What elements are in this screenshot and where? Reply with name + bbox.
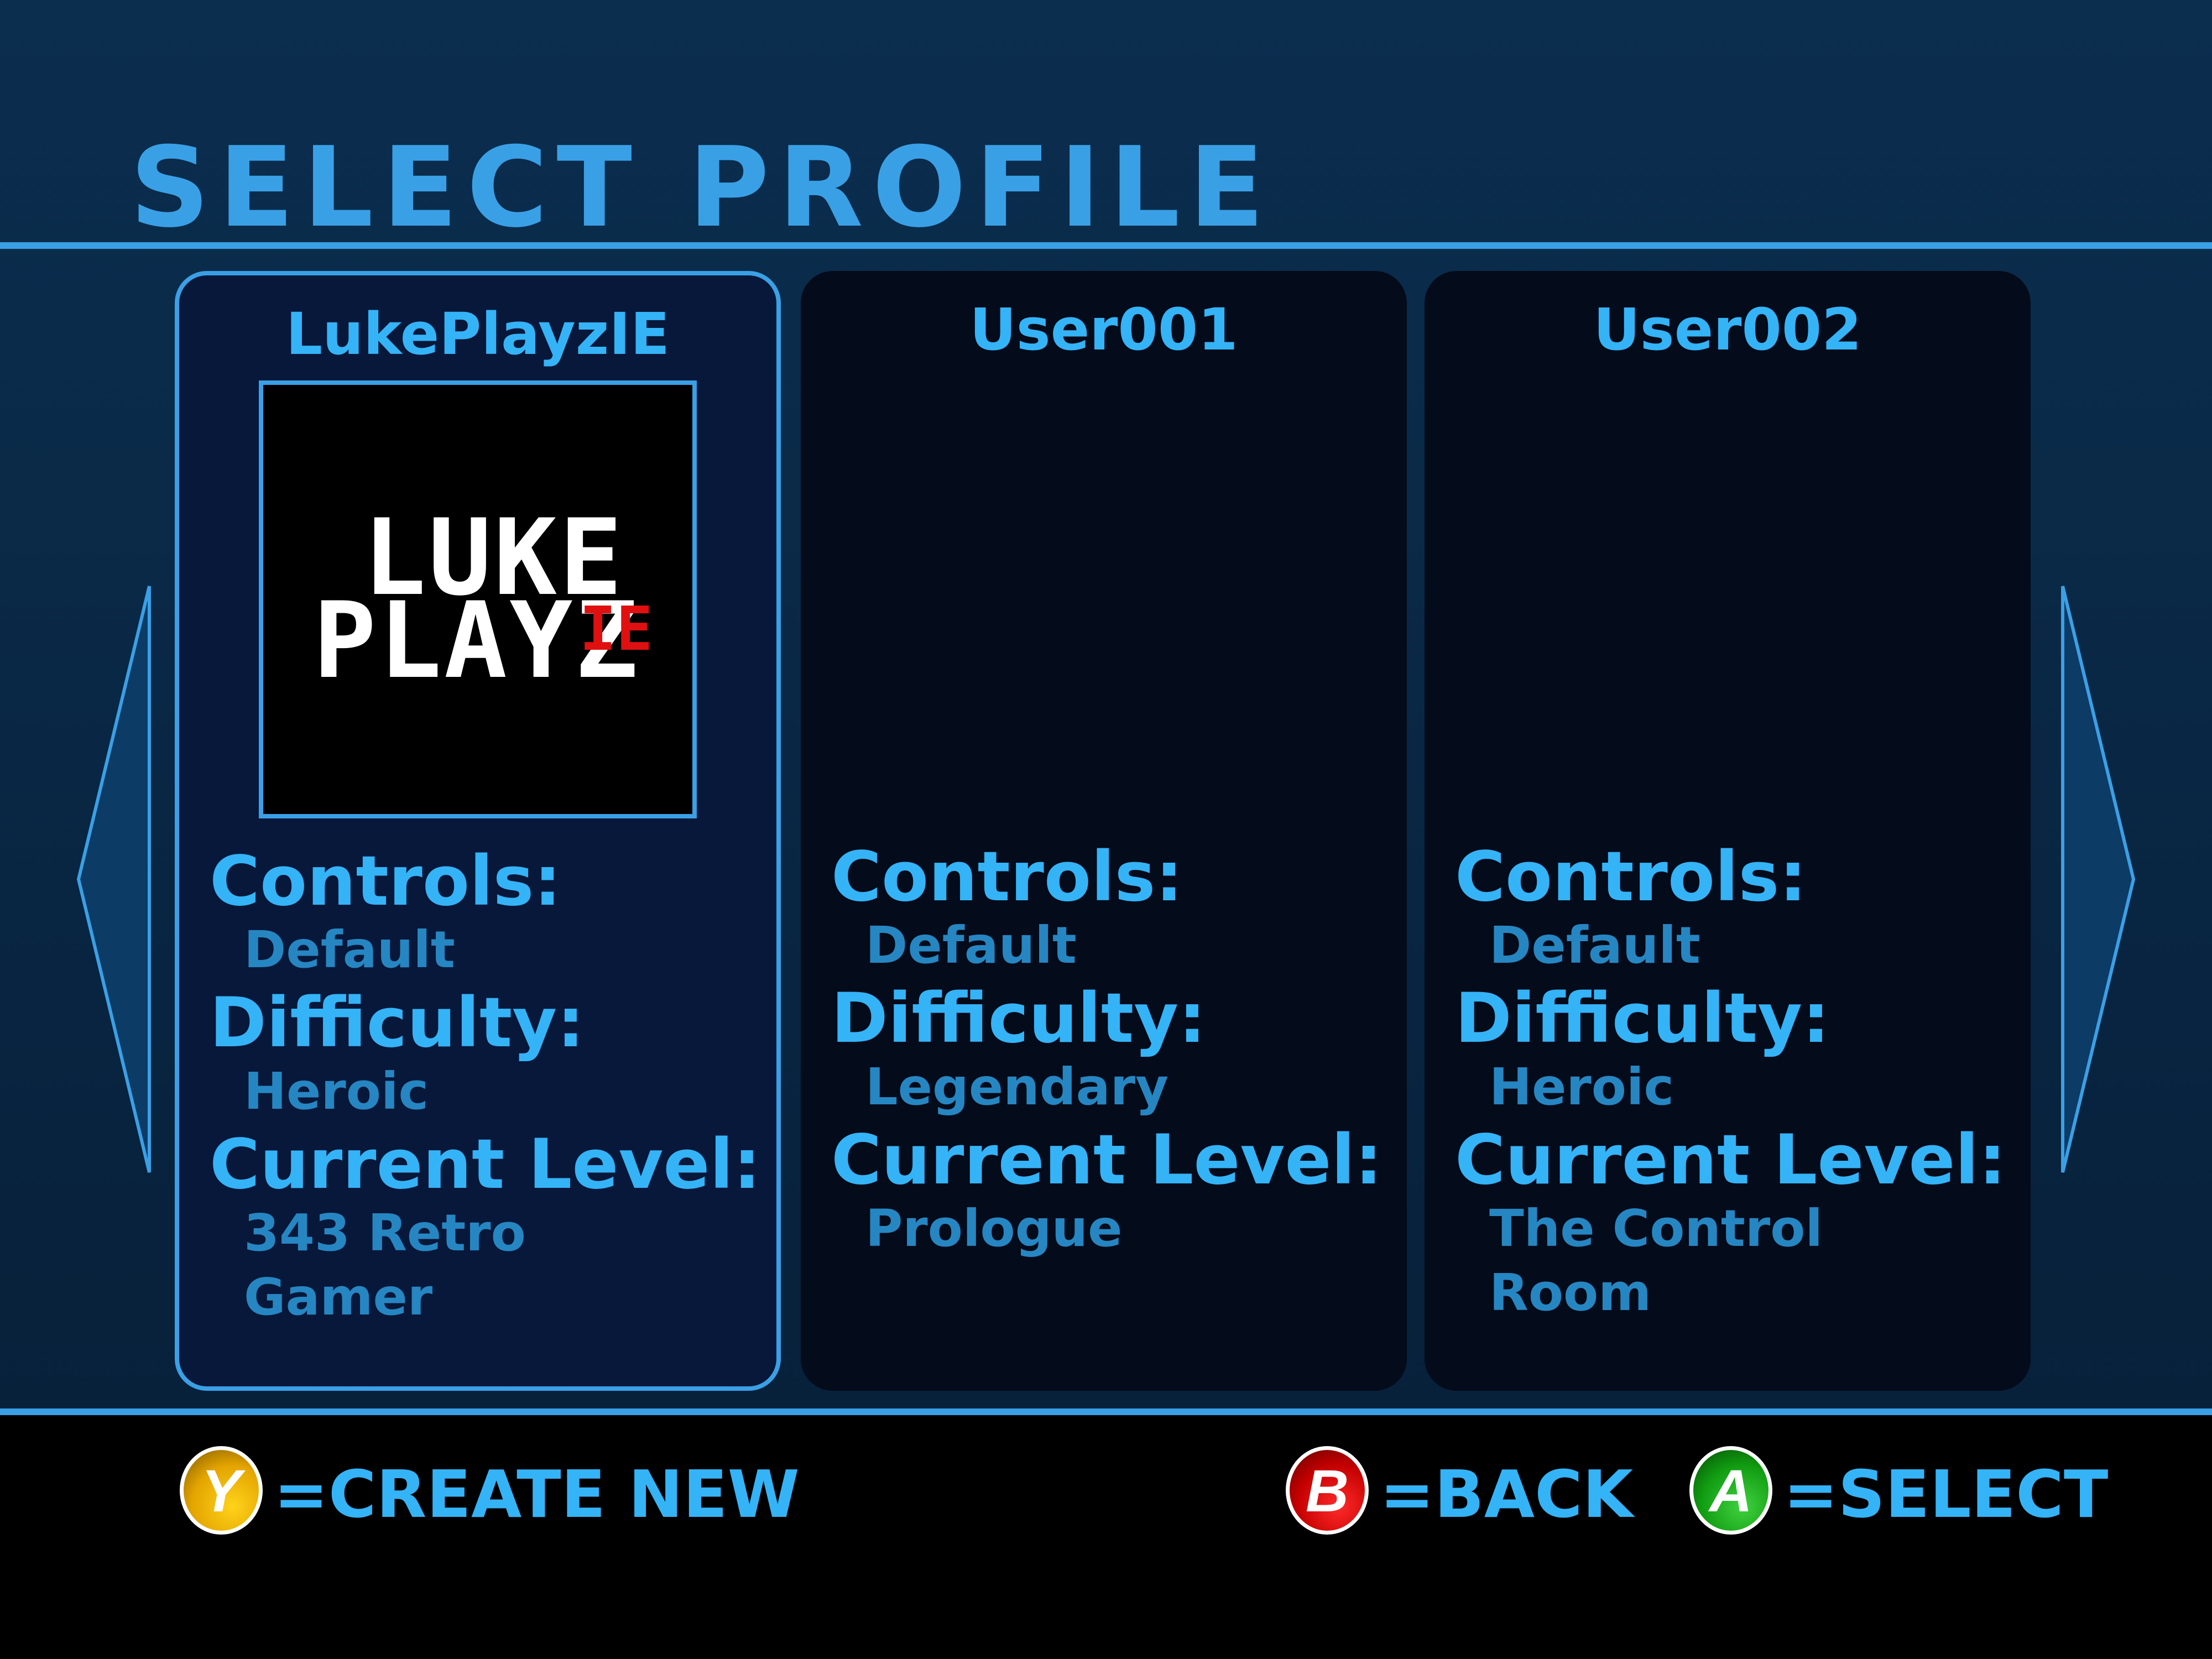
footer-divider [0,1408,2212,1415]
controls-label: Controls: [210,842,561,921]
difficulty-value: Legendary [865,1057,1169,1117]
hint-create-new-label: =CREATE NEW [274,1456,800,1532]
b-button-icon: B [1286,1446,1369,1535]
current-level-label: Current Level: [1455,1120,2006,1200]
controls-label: Controls: [1455,837,1807,917]
current-level-value: Prologue [865,1199,1123,1258]
profile-card-user001[interactable]: User001 Controls: Default Difficulty: Le… [801,271,1407,1391]
hint-back-label: =BACK [1380,1456,1634,1532]
profile-avatar: LUKE PLAYZ IE [259,380,697,818]
profile-name: User002 [1593,296,1862,363]
a-button-icon: A [1689,1446,1772,1535]
profile-name: LukePlayzIE [285,300,670,368]
difficulty-label: Difficulty: [831,979,1206,1058]
hint-back[interactable]: B =BACK [1286,1446,1633,1546]
difficulty-value: Heroic [1489,1057,1674,1117]
difficulty-label: Difficulty: [1455,979,1830,1058]
controls-value: Default [1489,916,1700,975]
hint-create-new[interactable]: Y =CREATE NEW [180,1446,800,1546]
profile-card-lukeplayzie[interactable]: LukePlayzIE LUKE PLAYZ IE Controls: Defa… [175,271,781,1391]
controls-value: Default [244,920,455,979]
current-level-value: The Control Room [1489,1199,1823,1322]
hint-select[interactable]: A =SELECT [1689,1446,2108,1546]
profile-name: User001 [969,296,1238,363]
arrow-left-icon[interactable] [72,578,155,1181]
hint-select-label: =SELECT [1783,1456,2109,1532]
page-title: SELECT PROFILE [130,123,1274,252]
difficulty-label: Difficulty: [210,983,585,1063]
profile-card-user002[interactable]: User002 Controls: Default Difficulty: He… [1425,271,2031,1391]
arrow-right-icon[interactable] [2057,578,2140,1181]
difficulty-value: Heroic [244,1062,429,1121]
avatar-logo-suffix: IE [580,593,653,664]
y-button-icon: Y [180,1446,263,1535]
current-level-value: 343 Retro Gamer [244,1203,526,1327]
controls-value: Default [865,916,1077,975]
current-level-label: Current Level: [831,1120,1383,1200]
controls-label: Controls: [831,837,1183,917]
current-level-label: Current Level: [210,1125,761,1204]
header-divider [0,242,2212,249]
